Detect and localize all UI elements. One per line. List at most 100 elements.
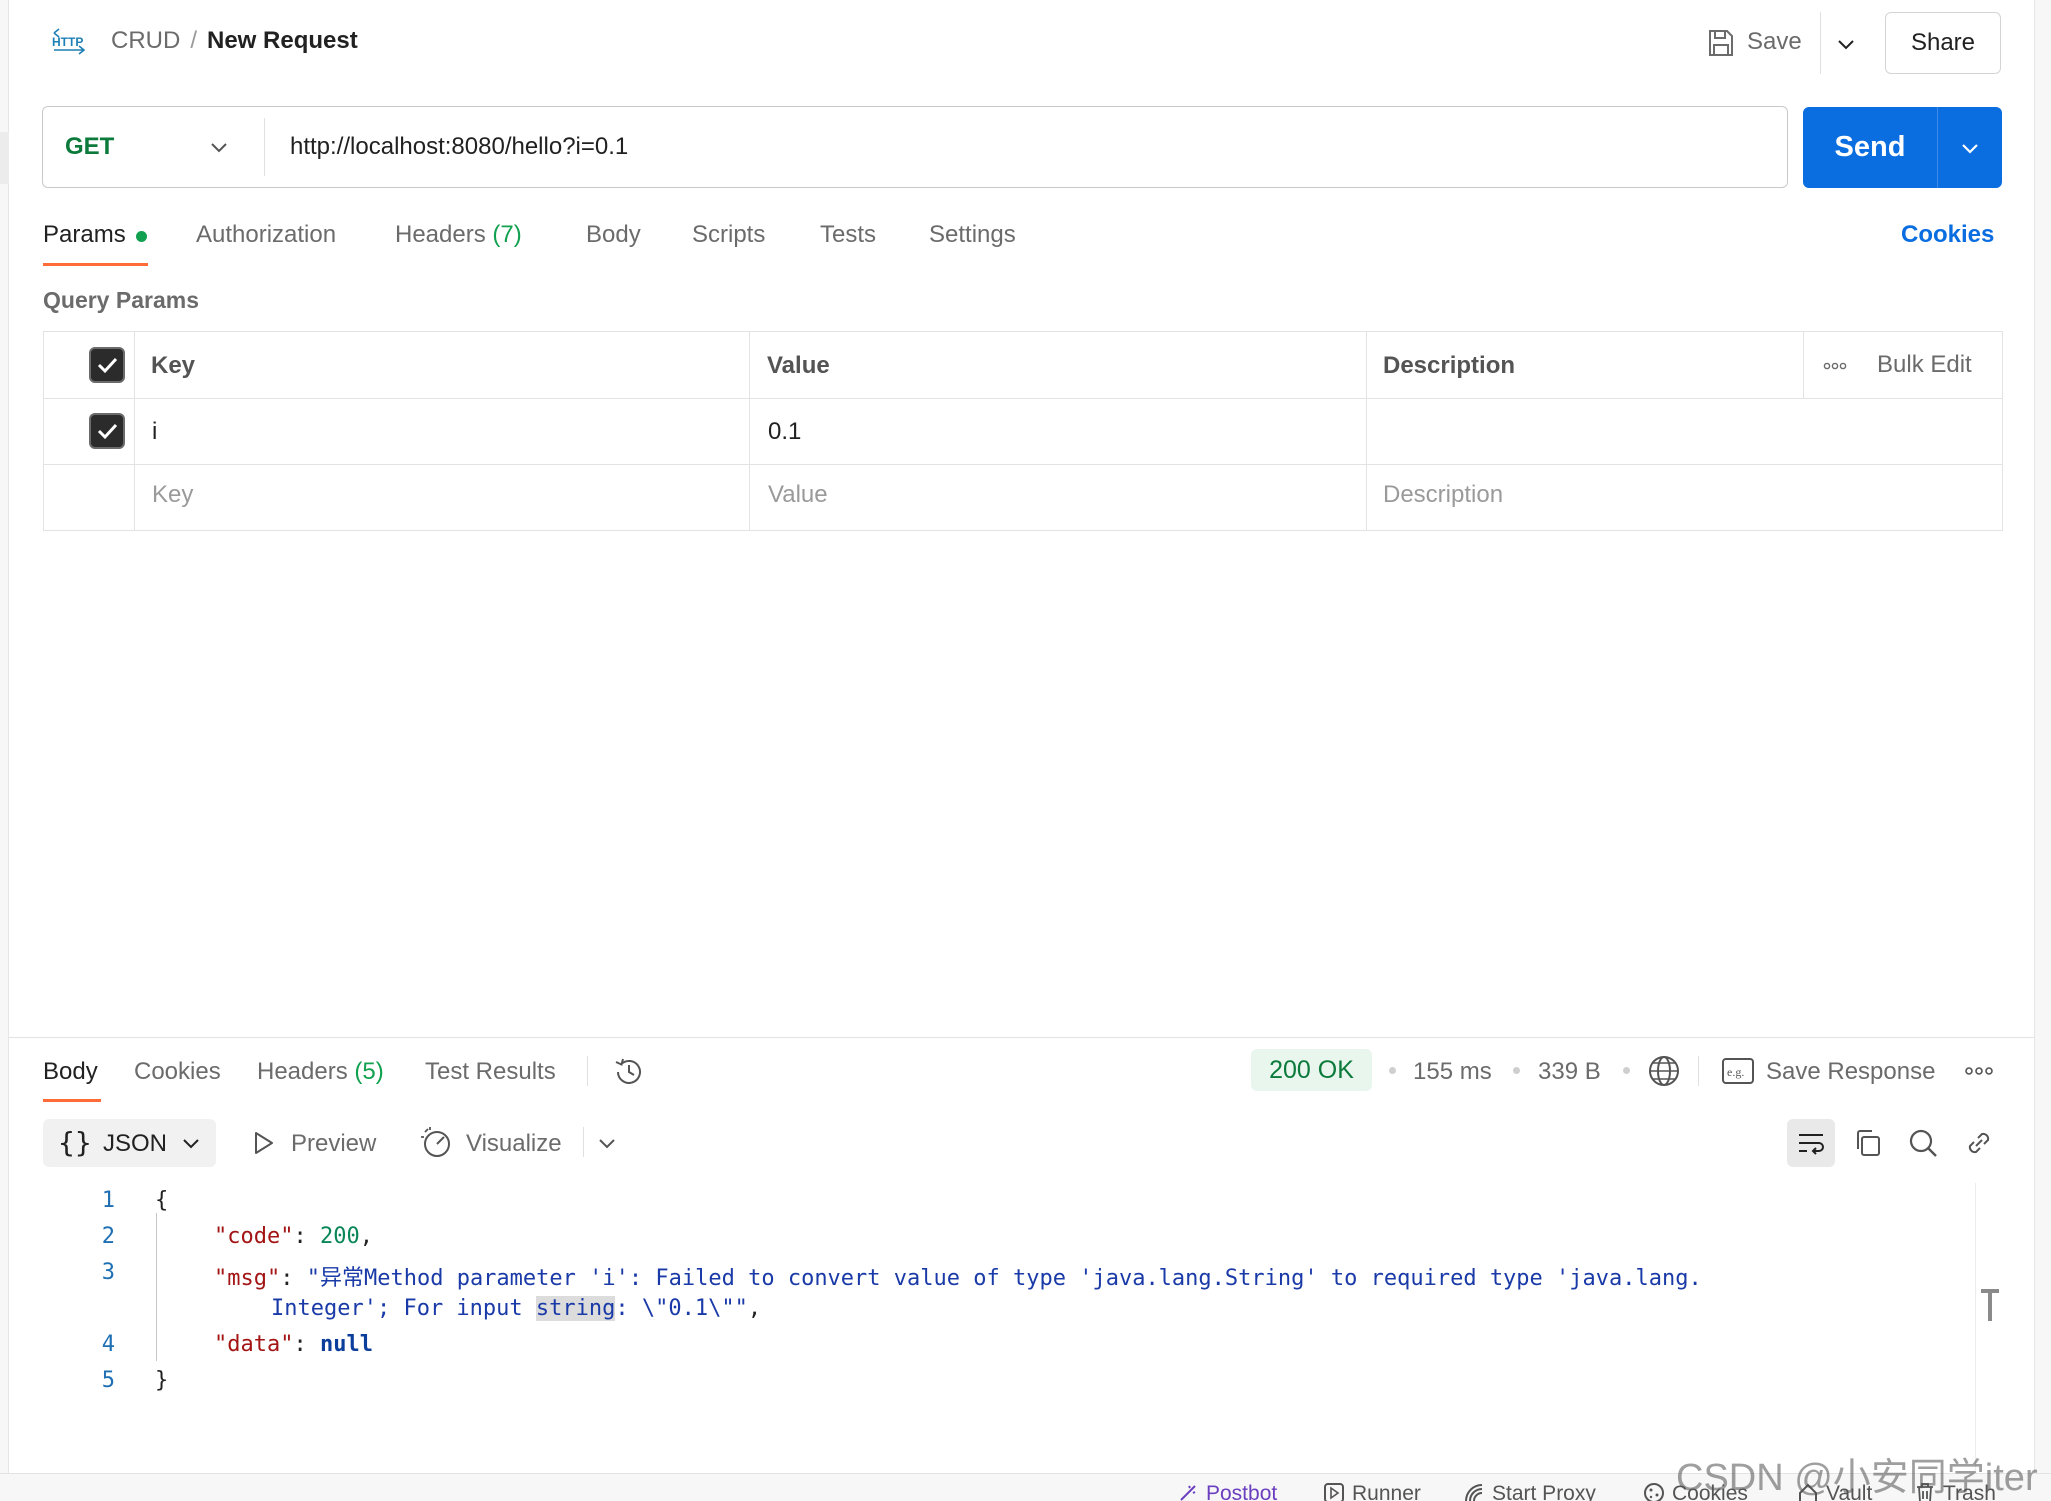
chevron-down-icon[interactable] <box>1957 135 1983 161</box>
save-divider <box>1820 12 1821 74</box>
column-header-description: Description <box>1383 352 1516 379</box>
copy-icon[interactable] <box>1852 1127 1884 1159</box>
table-col-divider <box>1803 331 1804 398</box>
response-tab-body[interactable]: Body <box>43 1058 98 1086</box>
response-size[interactable]: 339 B <box>1538 1058 1601 1086</box>
json-string: "异常Method parameter 'i': Failed to conve… <box>306 1266 1702 1291</box>
save-response-button[interactable]: Save Response <box>1766 1058 1935 1086</box>
meta-separator-dot <box>1623 1067 1630 1074</box>
sidebar-edge-tab[interactable] <box>0 132 9 184</box>
footer-runner[interactable]: Runner <box>1323 1482 1421 1501</box>
breadcrumb-collection[interactable]: CRUD <box>111 27 180 54</box>
table-col-divider <box>134 331 135 531</box>
json-string: : \"0.1\"" <box>615 1296 748 1321</box>
json-key: "code" <box>214 1224 294 1249</box>
param-description-input[interactable] <box>1383 418 1983 448</box>
example-icon: e.g. <box>1722 1058 1754 1084</box>
column-header-key: Key <box>151 352 196 379</box>
new-param-key-input[interactable]: Key <box>152 481 193 509</box>
footer-start-proxy[interactable]: Start Proxy <box>1463 1482 1596 1501</box>
status-badge[interactable]: 200 OK <box>1251 1049 1372 1091</box>
line-number: 3 <box>101 1260 115 1285</box>
toolbar-divider <box>583 1127 584 1157</box>
table-col-divider <box>749 331 750 531</box>
footer-start-proxy-label: Start Proxy <box>1492 1482 1596 1501</box>
tab-authorization[interactable]: Authorization <box>196 221 336 249</box>
wrap-lines-icon <box>1799 1134 1824 1155</box>
search-icon[interactable] <box>1907 1127 1939 1159</box>
response-divider[interactable] <box>9 1037 2034 1038</box>
globe-icon[interactable] <box>1647 1054 1681 1088</box>
response-tab-headers-label: Headers <box>257 1058 348 1085</box>
chevron-down-icon[interactable] <box>208 136 230 158</box>
query-params-title: Query Params <box>43 287 199 313</box>
line-number: 1 <box>101 1188 115 1213</box>
footer-runner-label: Runner <box>1352 1482 1421 1501</box>
footer-postbot[interactable]: Postbot <box>1177 1482 1277 1501</box>
breadcrumb-request-name[interactable]: New Request <box>207 27 358 54</box>
code-line-data: "data": null <box>214 1332 373 1357</box>
param-key-input[interactable]: i <box>152 418 157 446</box>
params-indicator-dot <box>136 231 147 242</box>
bulk-edit-button[interactable]: Bulk Edit <box>1877 351 1972 379</box>
http-request-icon: HTTP <box>52 28 86 55</box>
tab-headers-label: Headers <box>395 221 486 248</box>
response-tab-headers-count: (5) <box>354 1058 384 1085</box>
send-button[interactable]: Send <box>1803 107 1937 188</box>
proxy-icon <box>1465 1484 1483 1501</box>
response-tab-headers[interactable]: Headers (5) <box>257 1058 384 1086</box>
cookies-link[interactable]: Cookies <box>1901 221 1994 249</box>
share-button[interactable]: Share <box>1885 12 2001 74</box>
chevron-down-icon[interactable] <box>596 1132 618 1154</box>
response-tab-cookies[interactable]: Cookies <box>134 1058 221 1086</box>
runner-icon <box>1324 1483 1344 1501</box>
tab-scripts[interactable]: Scripts <box>692 221 765 249</box>
tab-body[interactable]: Body <box>586 221 641 249</box>
tab-headers[interactable]: Headers (7) <box>395 221 522 249</box>
tab-settings[interactable]: Settings <box>929 221 1016 249</box>
new-param-description-input[interactable]: Description <box>1383 481 1503 509</box>
cookie-icon <box>1644 1483 1664 1501</box>
watermark: CSDN @小安同学iter <box>1676 1457 2038 1499</box>
code-open-brace: { <box>155 1188 169 1213</box>
sidebar-edge <box>0 0 9 1473</box>
param-value-input[interactable]: 0.1 <box>768 418 801 446</box>
breadcrumb-separator: / <box>190 27 197 54</box>
more-options-icon[interactable] <box>1964 1066 1994 1076</box>
table-row-divider <box>43 398 2003 399</box>
tab-tests[interactable]: Tests <box>820 221 876 249</box>
save-icon[interactable] <box>1707 28 1735 58</box>
breadcrumb: CRUD / New Request <box>111 27 358 55</box>
code-scrollbar[interactable] <box>1975 1183 1976 1473</box>
json-string-highlight: string <box>535 1296 616 1321</box>
json-key: "data" <box>214 1332 294 1357</box>
link-icon[interactable] <box>1963 1127 1995 1159</box>
visualize-button[interactable]: Visualize <box>466 1130 562 1158</box>
history-icon[interactable] <box>612 1055 646 1089</box>
response-time[interactable]: 155 ms <box>1413 1058 1492 1086</box>
new-param-value-input[interactable]: Value <box>768 481 828 509</box>
code-close-brace: } <box>155 1368 169 1393</box>
svg-text:HTTP: HTTP <box>52 35 83 49</box>
response-tab-test-results[interactable]: Test Results <box>425 1058 556 1086</box>
json-string: Integer'; For input <box>271 1296 536 1321</box>
code-line-msg: "msg": "异常Method parameter 'i': Failed t… <box>214 1266 1702 1291</box>
method-select[interactable]: GET <box>65 133 114 161</box>
select-all-checkbox[interactable] <box>89 347 125 383</box>
line-number: 5 <box>101 1368 115 1393</box>
preview-button[interactable]: Preview <box>291 1130 376 1158</box>
send-split-divider <box>1937 107 1938 188</box>
tab-params[interactable]: Params <box>43 221 126 249</box>
chevron-down-icon[interactable] <box>1834 32 1858 56</box>
chevron-down-icon <box>183 1139 199 1149</box>
url-input[interactable]: http://localhost:8080/hello?i=0.1 <box>290 133 628 161</box>
code-line-msg-wrap: Integer'; For input string: \"0.1\"", <box>271 1296 762 1321</box>
footer-postbot-label: Postbot <box>1206 1482 1278 1501</box>
meta-separator-dot <box>1513 1067 1520 1074</box>
save-button[interactable]: Save <box>1747 28 1802 56</box>
more-options-icon[interactable] <box>1823 362 1847 370</box>
param-row-checkbox[interactable] <box>89 413 125 449</box>
table-col-divider <box>1366 331 1367 531</box>
indent-guide <box>156 1213 157 1361</box>
tab-divider <box>587 1056 588 1086</box>
